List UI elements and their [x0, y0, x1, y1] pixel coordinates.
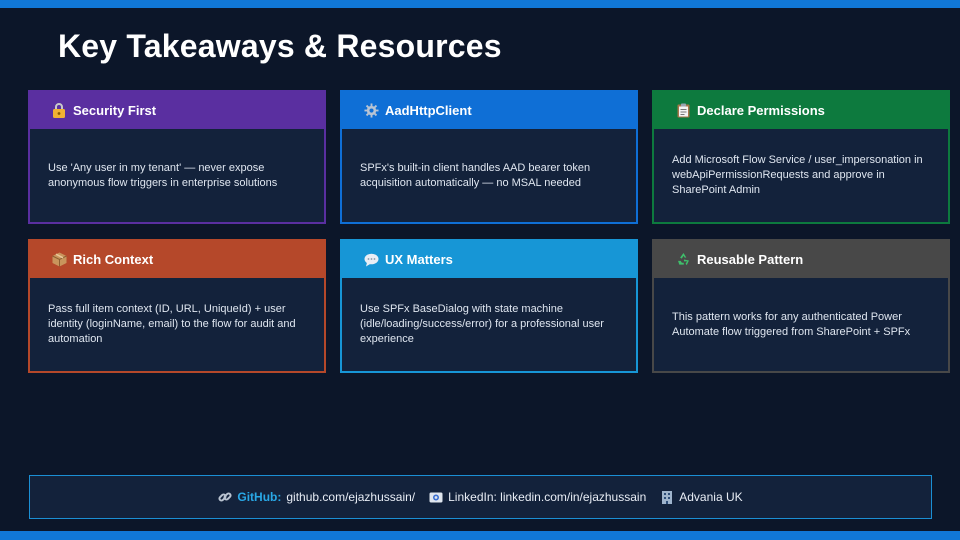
card-header: UX Matters: [342, 241, 636, 278]
card-security-first: Security First Use 'Any user in my tenan…: [28, 90, 326, 224]
github-label: GitHub:: [237, 490, 282, 504]
package-icon: [50, 251, 68, 269]
card-title: AadHttpClient: [385, 103, 472, 118]
office-building-icon: [660, 490, 674, 504]
card-header: AadHttpClient: [342, 92, 636, 129]
speech-bubble-icon: [362, 251, 380, 269]
card-reusable-pattern: Reusable Pattern This pattern works for …: [652, 239, 950, 373]
card-aadhttpclient: AadHttpClient SPFx's built-in client han…: [340, 90, 638, 224]
card-title: Rich Context: [73, 252, 154, 267]
id-card-icon: [429, 490, 443, 504]
card-text: Use SPFx BaseDialog with state machine (…: [360, 303, 604, 345]
card-declare-permissions: Declare Permissions Add Microsoft Flow S…: [652, 90, 950, 224]
github-link[interactable]: GitHub: github.com/ejazhussain/: [218, 490, 415, 504]
linkedin-link[interactable]: LinkedIn: linkedin.com/in/ejazhussain: [429, 490, 646, 504]
gear-icon: [362, 102, 380, 120]
top-accent-bar: [0, 0, 960, 8]
linkedin-text: LinkedIn: linkedin.com/in/ejazhussain: [448, 490, 647, 504]
card-text: This pattern works for any authenticated…: [672, 310, 911, 338]
clipboard-icon: [674, 102, 692, 120]
card-header: Declare Permissions: [654, 92, 948, 129]
card-ux-matters: UX Matters Use SPFx BaseDialog with stat…: [340, 239, 638, 373]
footer-resources: GitHub: github.com/ejazhussain/ LinkedIn…: [29, 475, 932, 519]
card-text: SPFx's built-in client handles AAD beare…: [360, 161, 591, 189]
card-text: Pass full item context (ID, URL, UniqueI…: [48, 303, 296, 345]
card-title: UX Matters: [385, 252, 453, 267]
card-title: Declare Permissions: [697, 103, 825, 118]
card-header: Reusable Pattern: [654, 241, 948, 278]
github-url: github.com/ejazhussain/: [286, 490, 416, 504]
company-name: Advania UK: [679, 490, 743, 504]
link-icon: [218, 490, 232, 504]
card-header: Rich Context: [30, 241, 324, 278]
recycle-icon: [674, 251, 692, 269]
slide-title: Key Takeaways & Resources: [58, 28, 502, 64]
bottom-accent-bar: [0, 531, 960, 540]
company-item: Advania UK: [660, 490, 743, 504]
card-title: Reusable Pattern: [697, 252, 804, 267]
card-text: Use 'Any user in my tenant' — never expo…: [48, 161, 278, 189]
card-title: Security First: [73, 103, 157, 118]
card-rich-context: Rich Context Pass full item context (ID,…: [28, 239, 326, 373]
lock-icon: [50, 102, 68, 120]
card-text: Add Microsoft Flow Service / user_impers…: [672, 154, 923, 196]
card-header: Security First: [30, 92, 324, 129]
